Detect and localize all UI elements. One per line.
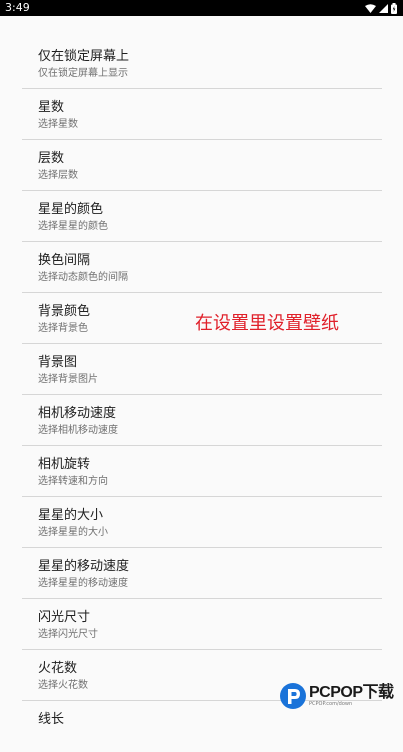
setting-summary: 仅在锁定屏幕上显示: [38, 68, 128, 79]
setting-title: 星星的大小: [38, 508, 104, 523]
setting-title: 星数: [38, 100, 65, 115]
signal-icon: [379, 3, 388, 13]
overlay-caption: 在设置里设置壁纸: [195, 313, 339, 334]
setting-summary: 选择层数: [38, 170, 78, 181]
setting-summary: 选择星星的移动速度: [38, 578, 128, 589]
settings-list: 仅在锁定屏幕上仅在锁定屏幕上显示星数选择星数层数选择层数星星的颜色选择星星的颜色…: [22, 38, 382, 752]
setting-item[interactable]: 仅在锁定屏幕上仅在锁定屏幕上显示: [22, 38, 382, 89]
setting-item[interactable]: 层数 选择层数: [22, 140, 382, 191]
status-time: 3:49: [5, 1, 30, 14]
setting-title: 仅在锁定屏幕上: [38, 49, 130, 64]
status-icons: [365, 2, 397, 14]
pcpop-logo-icon: [280, 683, 306, 709]
setting-summary: 选择星数: [38, 119, 78, 130]
setting-item[interactable]: 星星的颜色选择星星的颜色: [22, 191, 382, 242]
wifi-icon: [365, 3, 376, 13]
setting-item[interactable]: 相机移动速度选择相机移动速度: [22, 395, 382, 446]
status-bar: 3:49: [0, 0, 403, 16]
setting-summary: 选择星星的颜色: [38, 221, 108, 232]
setting-summary: 选择闪光尺寸: [38, 629, 98, 640]
setting-title: 背景图: [38, 355, 78, 370]
setting-item[interactable]: 换色间隔选择动态颜色的间隔: [22, 242, 382, 293]
setting-title: 星星的颜色: [38, 202, 104, 217]
setting-title: 线长: [38, 712, 65, 727]
setting-title: 闪光尺寸: [38, 610, 91, 625]
setting-item[interactable]: 相机旋转选择转速和方向: [22, 446, 382, 497]
setting-title: 相机移动速度: [38, 406, 117, 421]
setting-summary: 选择相机移动速度: [38, 425, 118, 436]
setting-title: 星星的移动速度: [38, 559, 130, 574]
setting-item[interactable]: 星数 选择星数: [22, 89, 382, 140]
setting-title: 火花数: [38, 661, 78, 676]
battery-icon: [391, 2, 397, 14]
setting-title: 层数: [38, 151, 65, 166]
setting-item[interactable]: 星星的移动速度选择星星的移动速度: [22, 548, 382, 599]
setting-item[interactable]: 背景图 选择背景图片: [22, 344, 382, 395]
pcpop-watermark: PCPOP下载 PCPOP.com/down: [279, 682, 394, 710]
watermark-brand: PCPOP下载: [309, 683, 394, 701]
setting-summary: 选择背景图片: [38, 374, 98, 385]
setting-summary: 选择星星的大小: [38, 527, 108, 538]
setting-summary: 选择转速和方向: [38, 476, 108, 487]
setting-summary: 选择动态颜色的间隔: [38, 272, 128, 283]
setting-title: 相机旋转: [38, 457, 91, 472]
watermark-url: PCPOP.com/down: [309, 700, 353, 707]
setting-title: 换色间隔: [38, 253, 91, 268]
setting-item[interactable]: 闪光尺寸选择闪光尺寸: [22, 599, 382, 650]
setting-item[interactable]: 星星的大小选择星星的大小: [22, 497, 382, 548]
